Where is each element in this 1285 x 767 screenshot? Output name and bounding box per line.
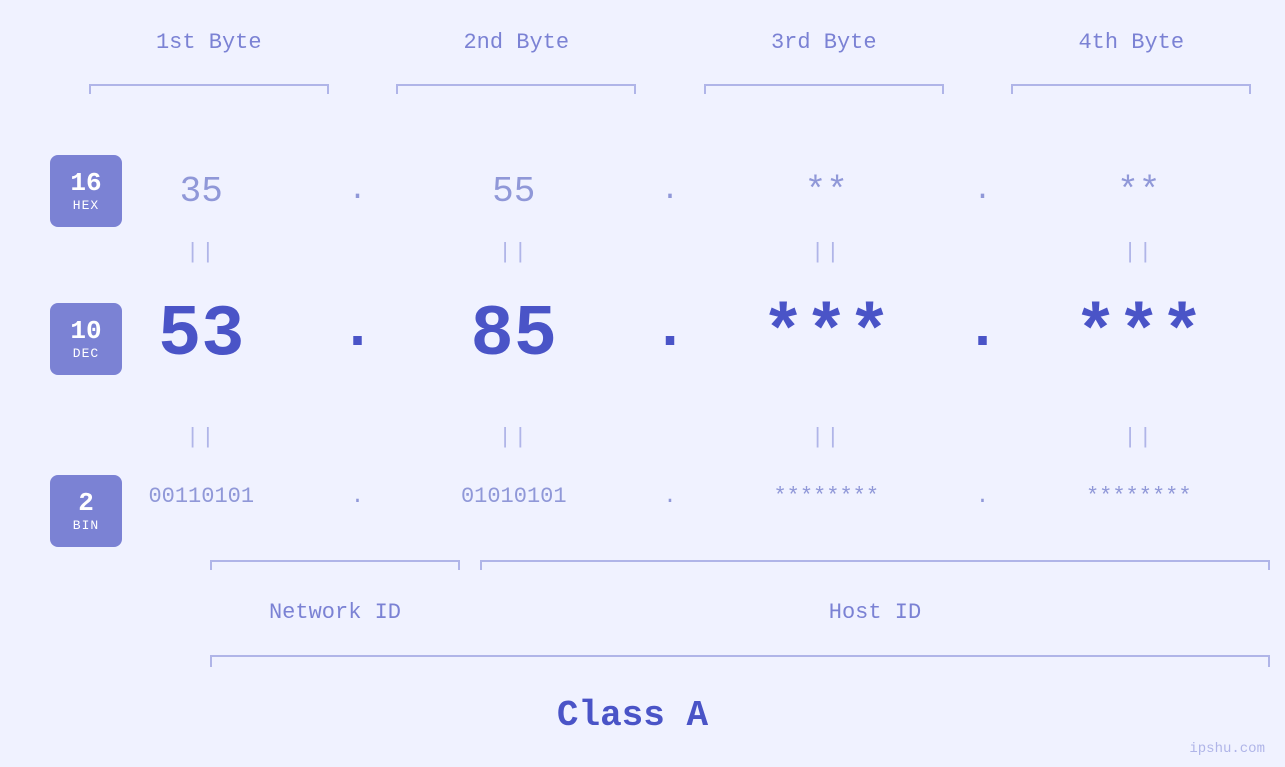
dec-val-1: 53 <box>158 294 244 376</box>
dec-sep-3: . <box>973 296 993 374</box>
bin-val-4: ******** <box>1086 484 1192 509</box>
bracket-line-3 <box>704 84 944 86</box>
eq2-sign-2: || <box>499 425 529 450</box>
bin-cell-4: ******** <box>993 484 1285 509</box>
main-container: 16 HEX 10 DEC 2 BIN 1st Byte 2nd Byte 3r… <box>0 0 1285 767</box>
eq1-sign-3: || <box>811 240 841 265</box>
bin-dot-2: . <box>663 484 676 509</box>
bracket-2 <box>363 75 671 95</box>
header-byte-2: 2nd Byte <box>363 30 671 55</box>
dec-cell-4: *** <box>993 294 1285 376</box>
bracket-4 <box>978 75 1285 95</box>
watermark: ipshu.com <box>1189 741 1265 757</box>
dec-val-3: *** <box>761 294 891 376</box>
host-id-label: Host ID <box>480 600 1270 625</box>
hex-values-row: 35 . 55 . ** . ** <box>55 155 1285 227</box>
hex-dot-1: . <box>348 174 366 208</box>
dec-cell-3: *** <box>680 294 973 376</box>
eq2-cell-4: || <box>993 425 1285 450</box>
equals-row-2: || || || || <box>55 425 1285 450</box>
eq1-sign-1: || <box>186 240 216 265</box>
eq2-cell-1: || <box>55 425 348 450</box>
header-byte-1: 1st Byte <box>55 30 363 55</box>
hex-dot-3: . <box>973 174 991 208</box>
hex-val-3: ** <box>805 171 848 212</box>
dec-val-2: 85 <box>471 294 557 376</box>
eq2-cell-3: || <box>680 425 973 450</box>
eq2-cell-2: || <box>368 425 661 450</box>
bin-val-2: 01010101 <box>461 484 567 509</box>
dec-cell-2: 85 <box>368 294 661 376</box>
bin-cell-1: 00110101 <box>55 484 348 509</box>
eq1-cell-2: || <box>368 240 661 265</box>
hex-val-4: ** <box>1117 171 1160 212</box>
host-bracket <box>480 560 1270 576</box>
eq2-sign-3: || <box>811 425 841 450</box>
equals-row-1: || || || || <box>55 240 1285 265</box>
dec-values-row: 53 . 85 . *** . *** <box>55 280 1285 390</box>
eq2-sign-1: || <box>186 425 216 450</box>
bin-sep-1: . <box>348 484 368 509</box>
hex-val-2: 55 <box>492 171 535 212</box>
header-byte-4: 4th Byte <box>978 30 1285 55</box>
network-bracket <box>210 560 460 576</box>
hex-cell-2: 55 <box>368 171 661 212</box>
bracket-3 <box>670 75 978 95</box>
bin-values-row: 00110101 . 01010101 . ******** . *******… <box>55 460 1285 532</box>
eq1-sign-2: || <box>499 240 529 265</box>
dec-sep-1: . <box>348 296 368 374</box>
eq1-cell-4: || <box>993 240 1285 265</box>
bin-cell-2: 01010101 <box>368 484 661 509</box>
hex-sep-2: . <box>660 174 680 208</box>
hex-sep-3: . <box>973 174 993 208</box>
network-id-label: Network ID <box>160 600 510 625</box>
header-byte-3: 3rd Byte <box>670 30 978 55</box>
hex-val-1: 35 <box>180 171 223 212</box>
dec-val-4: *** <box>1074 294 1204 376</box>
bin-val-1: 00110101 <box>148 484 254 509</box>
eq1-cell-3: || <box>680 240 973 265</box>
hex-cell-1: 35 <box>55 171 348 212</box>
hex-cell-4: ** <box>993 171 1285 212</box>
bin-sep-3: . <box>973 484 993 509</box>
bracket-line-1 <box>89 84 329 86</box>
bin-val-3: ******** <box>773 484 879 509</box>
eq1-sign-4: || <box>1124 240 1154 265</box>
bin-dot-1: . <box>351 484 364 509</box>
class-bracket <box>210 655 1270 671</box>
eq1-cell-1: || <box>55 240 348 265</box>
bin-cell-3: ******** <box>680 484 973 509</box>
bin-sep-2: . <box>660 484 680 509</box>
bracket-line-2 <box>396 84 636 86</box>
eq2-sign-4: || <box>1124 425 1154 450</box>
bracket-line-4 <box>1011 84 1251 86</box>
dec-cell-1: 53 <box>55 294 348 376</box>
bracket-1 <box>55 75 363 95</box>
hex-dot-2: . <box>661 174 679 208</box>
header-row: 1st Byte 2nd Byte 3rd Byte 4th Byte <box>55 30 1285 55</box>
top-bracket-row <box>55 75 1285 95</box>
hex-cell-3: ** <box>680 171 973 212</box>
hex-sep-1: . <box>348 174 368 208</box>
dec-sep-2: . <box>660 296 680 374</box>
class-label: Class A <box>0 695 1265 736</box>
bin-dot-3: . <box>976 484 989 509</box>
